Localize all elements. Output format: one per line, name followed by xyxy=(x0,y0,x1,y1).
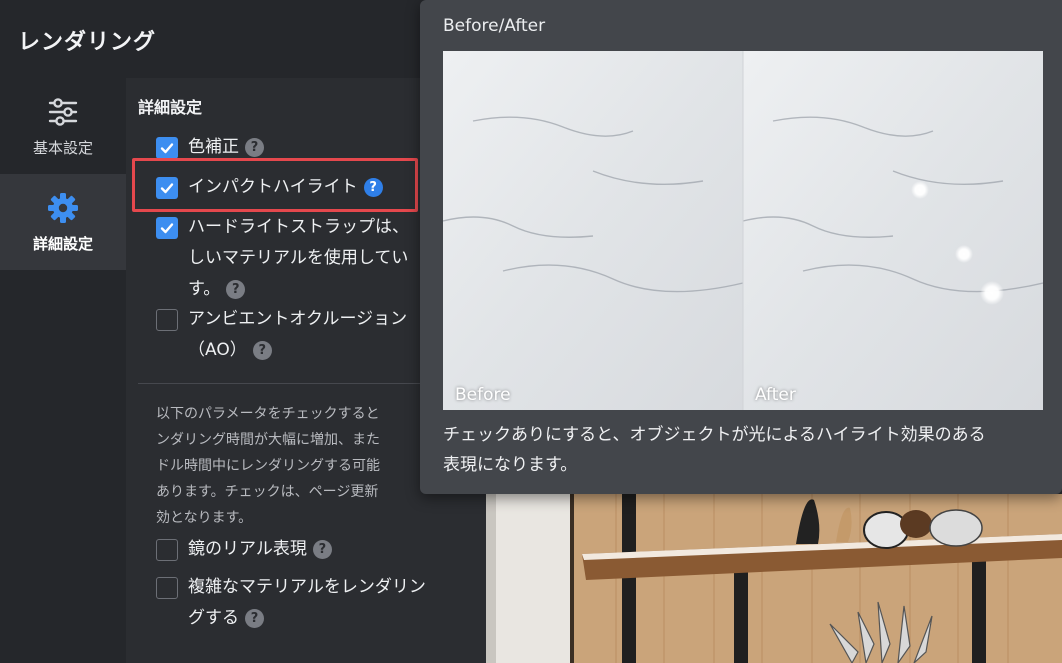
checkbox-impact-highlight[interactable] xyxy=(156,177,178,199)
option-label: 鏡のリアル表現 xyxy=(188,539,307,559)
option-ambient-occlusion[interactable]: アンビエントオクルージョン （AO）? xyxy=(156,308,407,366)
rendering-panel: レンダリング 基本設定 詳細設定 詳細設定 色補正 ? インパクトハイライト ?… xyxy=(0,0,486,663)
nav-item-advanced-settings[interactable]: 詳細設定 xyxy=(0,174,126,270)
checkbox-color-correction[interactable] xyxy=(156,137,178,159)
tooltip-description: チェックありにすると、オブジェクトが光によるハイライト効果のある 表現になります… xyxy=(443,420,1043,480)
marble-comparison-image xyxy=(443,51,1043,410)
note-line: ンダリング時間が大幅に増加、また xyxy=(156,432,380,448)
panel-title: レンダリング xyxy=(18,30,157,55)
panel-header: レンダリング xyxy=(0,0,486,78)
gear-icon xyxy=(48,192,78,223)
render-scene-image xyxy=(486,494,1062,663)
help-icon-active[interactable]: ? xyxy=(363,177,383,197)
sliders-icon xyxy=(48,97,78,126)
after-label: After xyxy=(755,385,796,405)
check-icon xyxy=(160,143,174,154)
option-label-line: グする xyxy=(188,608,239,628)
performance-note: 以下のパラメータをチェックすると ンダリング時間が大幅に増加、また ドル時間中に… xyxy=(156,401,456,531)
tooltip-title: Before/After xyxy=(443,16,546,36)
option-label-line: （AO） xyxy=(188,340,247,360)
option-label-line: アンビエントオクルージョン xyxy=(188,309,408,329)
option-hard-light-strap[interactable]: ハードライトストラップは、 しいマテリアルを使用してい す。? xyxy=(156,216,409,305)
help-icon[interactable]: ? xyxy=(245,608,264,628)
before-label: Before xyxy=(455,385,511,405)
description-line: チェックありにすると、オブジェクトが光によるハイライト効果のある xyxy=(443,425,986,445)
note-line: ドル時間中にレンダリングする可能 xyxy=(156,458,380,474)
checkbox-hard-light-strap[interactable] xyxy=(156,217,178,239)
check-icon xyxy=(160,183,174,194)
option-label-line: 複雑なマテリアルをレンダリン xyxy=(188,577,426,597)
note-line: あります。チェックは、ページ更新 xyxy=(156,484,379,500)
nav-item-basic-settings[interactable]: 基本設定 xyxy=(0,78,126,174)
check-icon xyxy=(160,223,174,234)
render-viewport[interactable] xyxy=(486,494,1062,663)
option-realistic-mirror[interactable]: 鏡のリアル表現? xyxy=(156,538,332,565)
description-line: 表現になります。 xyxy=(443,455,578,475)
nav-label-advanced: 詳細設定 xyxy=(32,234,93,253)
help-icon[interactable]: ? xyxy=(226,279,246,299)
before-after-tooltip: Before/After Before After チェックありにすると、オブジ… xyxy=(420,0,1062,494)
help-icon[interactable]: ? xyxy=(245,137,264,157)
option-label-line: す。 xyxy=(188,279,221,299)
option-label: インパクトハイライト xyxy=(188,177,358,197)
option-complex-material[interactable]: 複雑なマテリアルをレンダリン グする? xyxy=(156,576,426,634)
app-root: レンダリング 基本設定 詳細設定 詳細設定 色補正 ? インパクトハイライト ?… xyxy=(0,0,1062,663)
help-icon[interactable]: ? xyxy=(252,340,272,360)
checkbox-realistic-mirror[interactable] xyxy=(156,539,178,561)
help-icon[interactable]: ? xyxy=(312,539,332,559)
option-label-line: ハードライトストラップは、 xyxy=(188,217,409,237)
note-line: 効となります。 xyxy=(156,510,253,526)
checkbox-complex-material[interactable] xyxy=(156,577,178,599)
option-label-line: しいマテリアルを使用してい xyxy=(188,248,409,268)
before-after-comparison: Before After xyxy=(443,51,1043,410)
nav-label-basic: 基本設定 xyxy=(32,138,93,157)
checkbox-ambient-occlusion[interactable] xyxy=(156,309,178,331)
option-label: 色補正 xyxy=(188,137,239,157)
section-title: 詳細設定 xyxy=(138,98,203,117)
side-nav: 基本設定 詳細設定 xyxy=(0,78,126,663)
note-line: 以下のパラメータをチェックすると xyxy=(156,406,380,422)
option-impact-highlight[interactable]: インパクトハイライト? xyxy=(156,176,383,203)
